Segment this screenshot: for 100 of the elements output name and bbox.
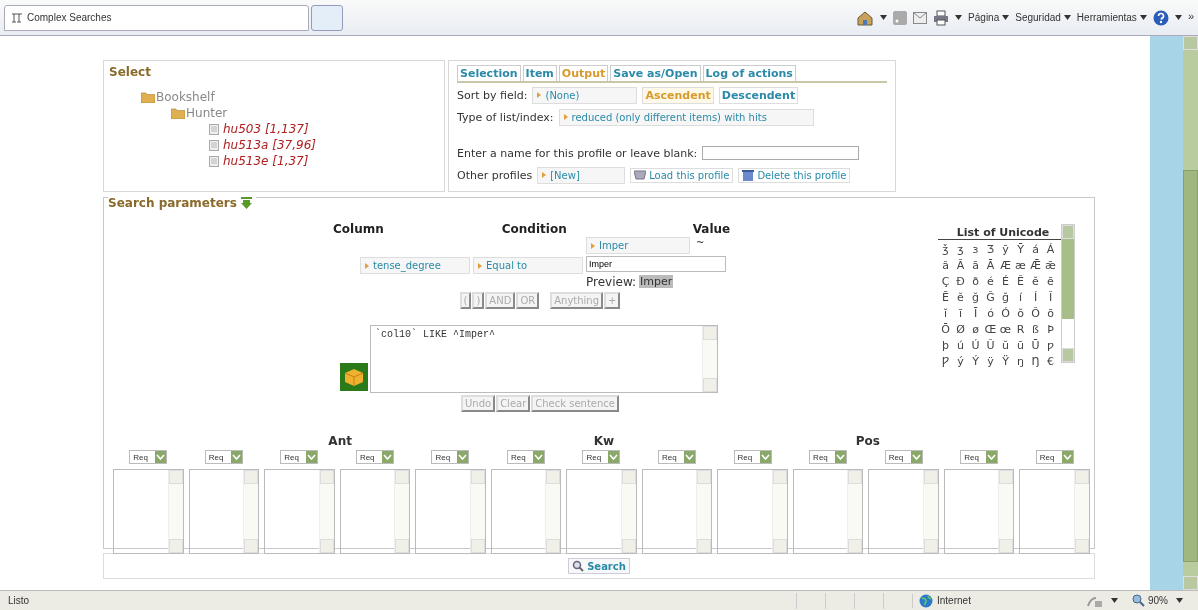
unicode-character[interactable]: Ĭ: [1043, 290, 1058, 306]
tab[interactable]: Selection: [457, 65, 521, 81]
unicode-character[interactable]: ū: [1013, 338, 1028, 354]
profile-name-field[interactable]: [702, 146, 860, 160]
profile-button[interactable]: Load this profile: [630, 167, 734, 183]
scroll-down-button[interactable]: [395, 539, 410, 553]
toolbar-menu[interactable]: Página: [968, 12, 1010, 23]
unicode-character[interactable]: Ó: [998, 306, 1013, 322]
caret-icon[interactable]: [1111, 598, 1118, 603]
list-box[interactable]: [113, 469, 184, 554]
unicode-character[interactable]: ɜ: [968, 242, 983, 258]
unicode-character[interactable]: R: [1013, 322, 1028, 338]
unicode-character[interactable]: Ī: [968, 306, 983, 322]
unicode-character[interactable]: Ʒ: [983, 242, 998, 258]
list-box[interactable]: [792, 469, 864, 554]
list-box[interactable]: [490, 469, 562, 554]
requirement-select[interactable]: Req: [809, 450, 848, 464]
unicode-character[interactable]: Ū: [1028, 338, 1043, 354]
unicode-character[interactable]: ğ: [998, 290, 1013, 306]
caret-icon[interactable]: [1176, 598, 1183, 603]
list-box[interactable]: [566, 469, 637, 554]
toolbar-menu[interactable]: Seguridad: [1015, 12, 1071, 23]
scroll-up-button[interactable]: [697, 470, 712, 484]
value-select[interactable]: Imper: [586, 237, 690, 254]
unicode-character[interactable]: Ƿ: [938, 354, 953, 370]
unicode-character[interactable]: Ŋ: [1028, 354, 1043, 370]
requirement-select[interactable]: Req: [960, 450, 999, 464]
unicode-character[interactable]: Đ: [953, 274, 968, 290]
unicode-character[interactable]: ē: [1043, 274, 1058, 290]
unicode-character[interactable]: Ă: [953, 258, 968, 274]
requirement-select[interactable]: Req: [129, 450, 168, 464]
list-box[interactable]: [188, 469, 260, 554]
scroll-up-button[interactable]: [703, 326, 717, 340]
unicode-character[interactable]: ȳ: [998, 242, 1013, 258]
scroll-up-button[interactable]: [1183, 36, 1198, 50]
tree-item[interactable]: hu513a [37,96]: [223, 138, 316, 152]
profile-select[interactable]: [New]: [537, 166, 626, 184]
unicode-character[interactable]: ǣ: [1043, 258, 1058, 274]
scrollbar[interactable]: [1183, 36, 1198, 590]
list-box[interactable]: [641, 469, 713, 554]
scroll-up-button[interactable]: [621, 470, 636, 484]
unicode-character[interactable]: É: [998, 274, 1013, 290]
scroll-up-button[interactable]: [470, 470, 485, 484]
requirement-select[interactable]: Req: [884, 450, 923, 464]
requirement-select[interactable]: Req: [733, 450, 772, 464]
cube-icon[interactable]: [340, 363, 368, 391]
caret-icon[interactable]: [1174, 15, 1182, 20]
requirement-select[interactable]: Req: [658, 450, 697, 464]
scroll-down-button[interactable]: [1075, 539, 1089, 553]
tab[interactable]: Save as/Open: [610, 65, 701, 81]
scroll-down-button[interactable]: [848, 539, 863, 553]
scroll-up-button[interactable]: [168, 470, 183, 484]
requirement-select[interactable]: Req: [280, 450, 319, 464]
list-box[interactable]: [717, 469, 788, 554]
scroll-down-button[interactable]: [168, 539, 183, 553]
caret-icon[interactable]: [880, 15, 888, 20]
unicode-character[interactable]: Þ: [1043, 322, 1058, 338]
unicode-character[interactable]: Ĕ: [1013, 274, 1028, 290]
unicode-character[interactable]: é: [983, 274, 998, 290]
unicode-character[interactable]: ĕ: [1028, 274, 1043, 290]
requirement-select[interactable]: Req: [506, 450, 545, 464]
unicode-character[interactable]: Ȳ: [1013, 242, 1028, 258]
unicode-character[interactable]: Ý: [968, 354, 983, 370]
unicode-character[interactable]: æ: [1013, 258, 1028, 274]
zoom-level[interactable]: 90%: [1148, 595, 1168, 606]
tab[interactable]: Log of actions: [702, 65, 796, 81]
requirement-select[interactable]: Req: [204, 450, 243, 464]
sentence-field[interactable]: `col10` LIKE ^Imper^: [370, 325, 718, 393]
scroll-down-button[interactable]: [772, 539, 787, 553]
unicode-character[interactable]: ʒ: [953, 242, 968, 258]
requirement-select[interactable]: Req: [582, 450, 621, 464]
list-box[interactable]: [943, 469, 1015, 554]
unicode-character[interactable]: ŭ: [998, 338, 1013, 354]
profile-button[interactable]: Delete this profile: [738, 167, 851, 183]
scroll-up-button[interactable]: [395, 470, 410, 484]
unicode-character[interactable]: ð: [968, 274, 983, 290]
unicode-character[interactable]: ó: [983, 306, 998, 322]
list-box[interactable]: [339, 469, 411, 554]
unicode-character[interactable]: ŋ: [1013, 354, 1028, 370]
unicode-character[interactable]: œ: [998, 322, 1013, 338]
tab[interactable]: Item: [522, 65, 557, 81]
scroll-up-button[interactable]: [848, 470, 863, 484]
scroll-up-button[interactable]: [923, 470, 938, 484]
scroll-down-button[interactable]: [546, 539, 561, 553]
unicode-character[interactable]: Ø: [953, 322, 968, 338]
list-box[interactable]: [264, 469, 335, 554]
scroll-up-button[interactable]: [1062, 225, 1074, 239]
unicode-character[interactable]: ī: [953, 306, 968, 322]
mail-icon[interactable]: [913, 11, 928, 24]
condition-select[interactable]: Equal to: [473, 257, 583, 274]
unicode-character[interactable]: Ğ: [983, 290, 998, 306]
scroll-up-button[interactable]: [244, 470, 259, 484]
unicode-character[interactable]: ú: [953, 338, 968, 354]
tree-item[interactable]: hu503 [1,137]: [223, 122, 309, 136]
unicode-character[interactable]: Ŭ: [983, 338, 998, 354]
requirement-select[interactable]: Req: [1035, 450, 1074, 464]
unicode-character[interactable]: ĭ: [938, 306, 953, 322]
unicode-character[interactable]: Ŏ: [1028, 306, 1043, 322]
unicode-character[interactable]: Ō: [938, 322, 953, 338]
order-button[interactable]: Descendent: [718, 86, 799, 104]
